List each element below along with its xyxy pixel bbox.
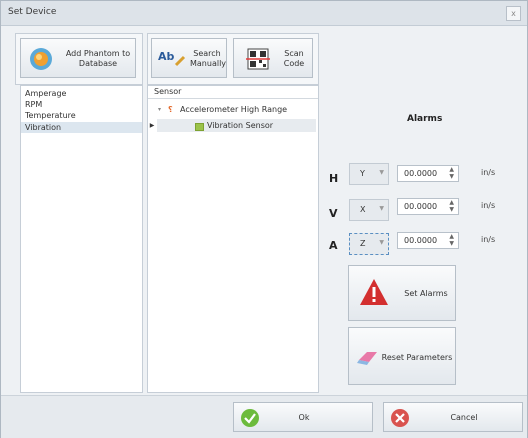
axis-label-h: H	[329, 172, 339, 185]
sensor-grid: Sensor ▾ ⸮ Accelerometer High Range ▶ Vi…	[147, 85, 319, 393]
set-alarms-label: Set Alarms	[404, 289, 448, 298]
search-manually-label: Search Manually	[190, 49, 227, 68]
search-panel: Ab Search Manually Scan Code	[147, 33, 319, 85]
reset-parameters-label: Reset Parameters	[381, 353, 453, 362]
alarm-value-h[interactable]: 00.0000 ▲ ▼	[397, 165, 459, 182]
axis-select-v[interactable]: X ▼	[349, 199, 389, 221]
unit-label-v: in/s	[481, 201, 496, 210]
alarm-value-h-text: 00.0000	[404, 169, 438, 178]
accelerometer-icon: ⸮	[168, 105, 173, 114]
alarm-value-a[interactable]: 00.0000 ▲ ▼	[397, 232, 459, 249]
spinner-icon[interactable]: ▲ ▼	[449, 166, 454, 180]
sensor-group-label: Accelerometer High Range	[180, 105, 288, 114]
sensor-grid-header: Sensor	[148, 86, 318, 99]
sensor-icon	[195, 123, 204, 131]
axis-select-a-value: Z	[360, 239, 366, 248]
axis-select-v-value: X	[360, 205, 366, 214]
footer-bar: Ok Cancel	[1, 395, 527, 438]
qr-code-icon	[246, 48, 270, 70]
alarm-value-v-text: 00.0000	[404, 202, 438, 211]
dialog-title: Set Device	[8, 7, 57, 17]
add-phantom-button[interactable]: Add Phantom to Database	[20, 38, 136, 78]
alarm-value-v[interactable]: 00.0000 ▲ ▼	[397, 198, 459, 215]
axis-select-h[interactable]: Y ▼	[349, 163, 389, 185]
ok-button[interactable]: Ok	[233, 402, 373, 432]
collapse-icon[interactable]: ▾	[158, 103, 161, 116]
axis-label-v: V	[329, 207, 338, 220]
cancel-button[interactable]: Cancel	[383, 402, 523, 432]
sensor-child-label: Vibration Sensor	[207, 121, 274, 130]
add-phantom-label: Add Phantom to Database	[65, 49, 131, 68]
alarms-title: Alarms	[407, 114, 443, 124]
axis-select-a[interactable]: Z ▼	[349, 233, 389, 255]
unit-label-h: in/s	[481, 168, 496, 177]
search-manually-button[interactable]: Ab Search Manually	[151, 38, 227, 78]
category-item-temperature[interactable]: Temperature	[21, 110, 142, 121]
title-bar: Set Device x	[1, 1, 527, 26]
chevron-down-icon: ▼	[379, 239, 384, 246]
row-indicator: ▶	[149, 122, 155, 129]
spinner-icon[interactable]: ▲ ▼	[449, 199, 454, 213]
add-phantom-panel: Add Phantom to Database	[15, 33, 143, 85]
sensor-column-header: Sensor	[154, 87, 182, 96]
axis-label-a: A	[329, 239, 338, 252]
scan-code-button[interactable]: Scan Code	[233, 38, 313, 78]
category-item-vibration[interactable]: Vibration	[21, 122, 142, 133]
set-alarms-button[interactable]: Set Alarms	[348, 265, 456, 321]
cancel-label: Cancel	[450, 413, 478, 422]
warning-icon	[360, 279, 388, 305]
phantom-icon	[30, 48, 52, 70]
category-list: Amperage RPM Temperature Vibration	[20, 85, 143, 393]
sensor-group-row[interactable]: ▾ ⸮ Accelerometer High Range	[158, 103, 316, 116]
category-item-rpm[interactable]: RPM	[21, 99, 142, 110]
ok-label: Ok	[298, 413, 310, 422]
chevron-down-icon: ▼	[379, 205, 384, 212]
close-button[interactable]: x	[506, 6, 521, 21]
sensor-child-row[interactable]: Vibration Sensor	[157, 119, 316, 132]
search-icon: Ab	[158, 50, 175, 63]
pencil-icon	[174, 55, 186, 67]
eraser-icon	[357, 352, 377, 365]
set-device-dialog: Set Device x Add Phantom to Database Amp…	[0, 0, 528, 438]
unit-label-a: in/s	[481, 235, 496, 244]
reset-parameters-button[interactable]: Reset Parameters	[348, 327, 456, 385]
alarm-value-a-text: 00.0000	[404, 236, 438, 245]
chevron-down-icon: ▼	[379, 169, 384, 176]
axis-select-h-value: Y	[360, 169, 365, 178]
scan-code-label: Scan Code	[283, 49, 305, 68]
category-item-amperage[interactable]: Amperage	[21, 88, 142, 99]
spinner-icon[interactable]: ▲ ▼	[449, 233, 454, 247]
